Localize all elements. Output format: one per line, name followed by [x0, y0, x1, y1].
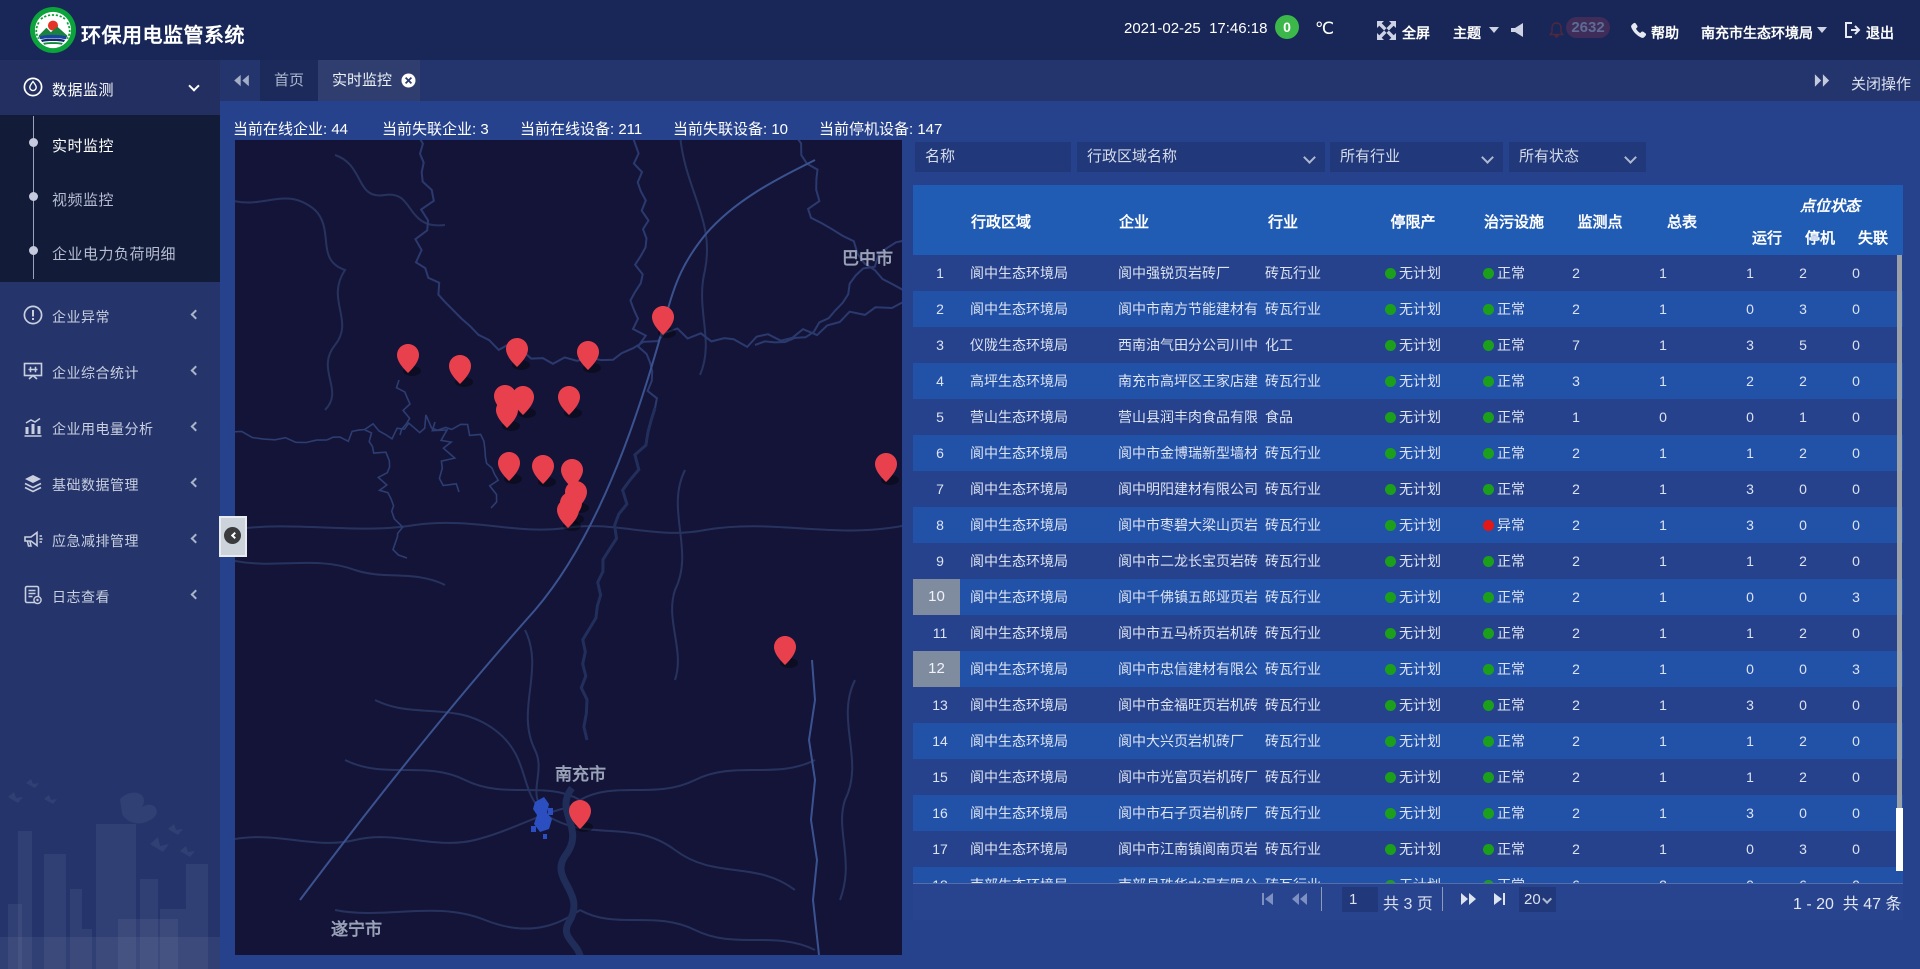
svg-text:遂宁市: 遂宁市 [331, 919, 382, 939]
svg-text:南充市: 南充市 [555, 764, 606, 784]
svg-text:巴中市: 巴中市 [842, 248, 893, 268]
